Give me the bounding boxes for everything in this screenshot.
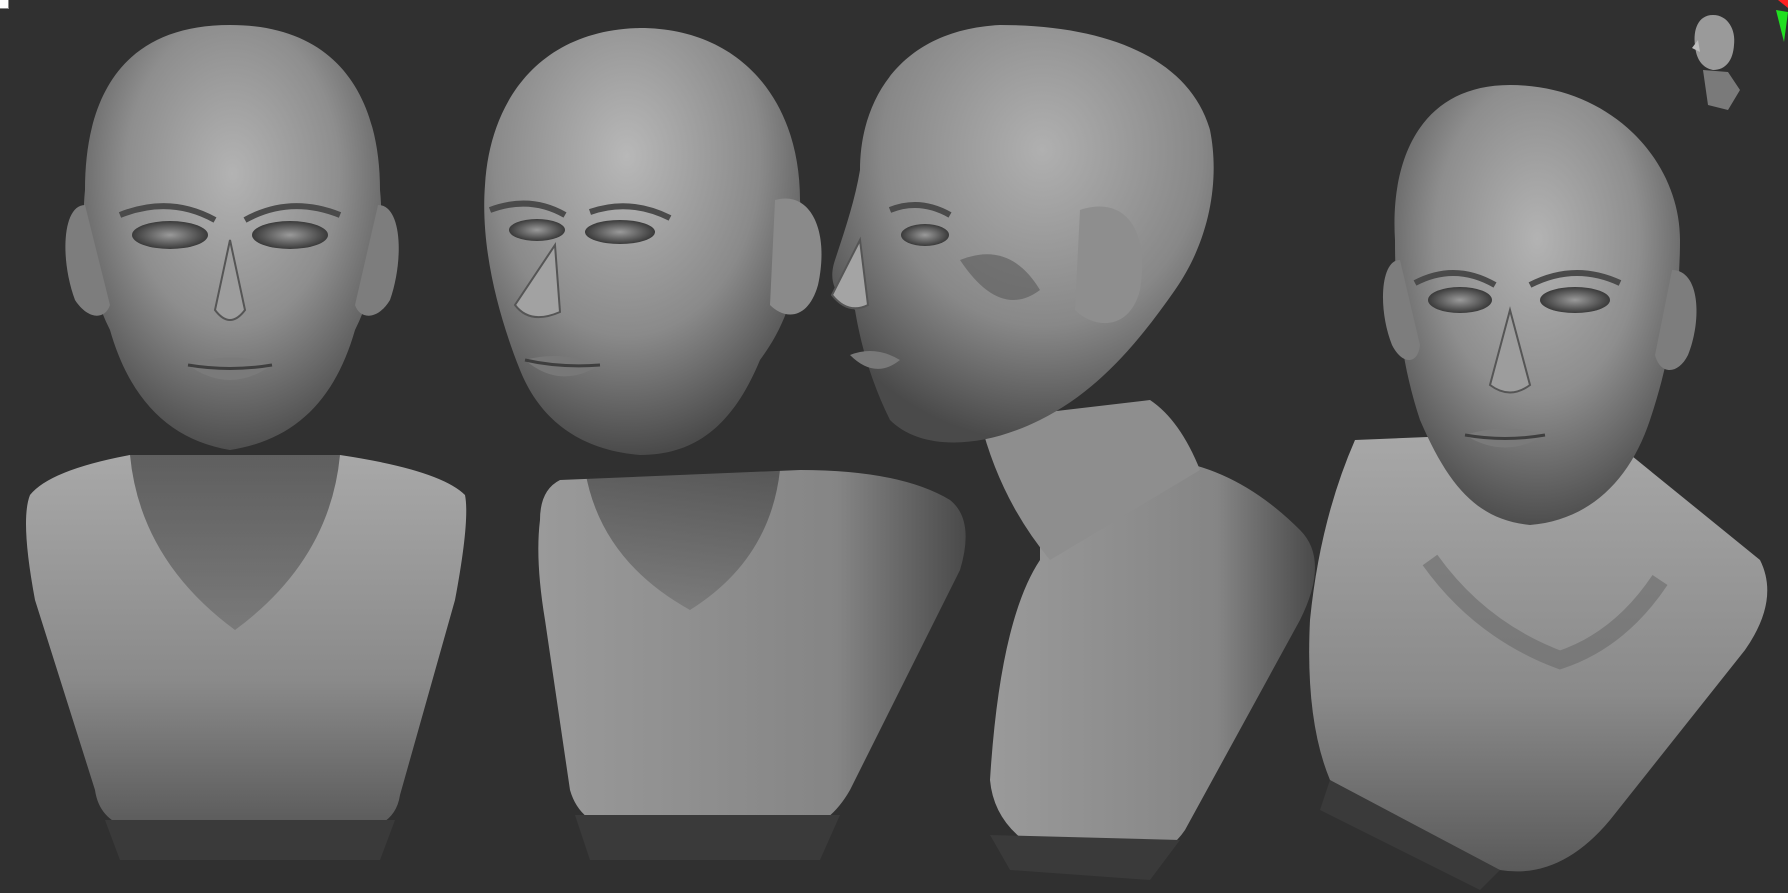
3d-viewport[interactable] [0,0,1788,893]
bust-low-angle-view[interactable] [1309,85,1768,890]
y-axis-icon [1776,10,1788,42]
bust-profile-view[interactable] [830,25,1315,880]
x-axis-icon [1778,0,1788,8]
bust-front-view[interactable] [26,25,467,860]
head-navigator-icon[interactable] [1678,0,1788,120]
sculpt-canvas[interactable] [0,0,1788,893]
